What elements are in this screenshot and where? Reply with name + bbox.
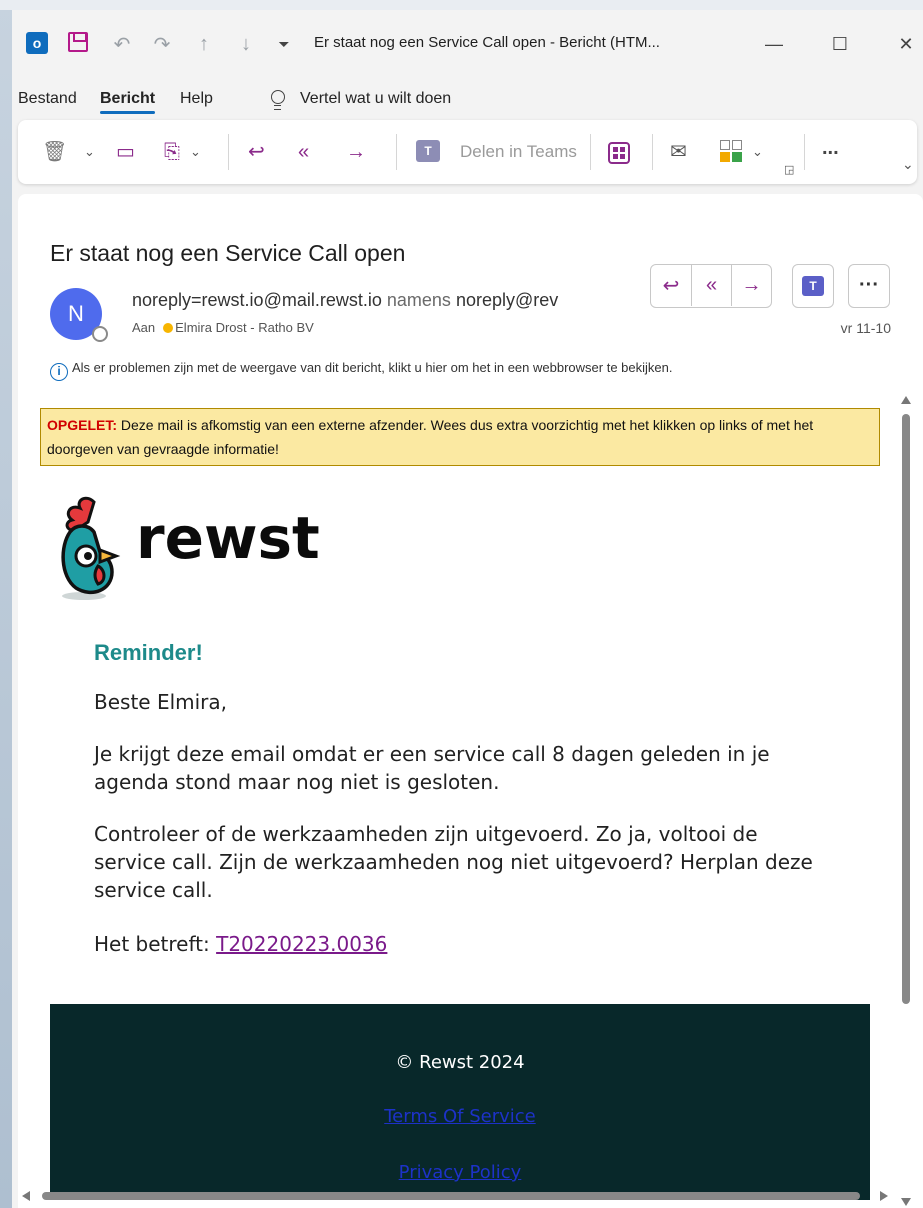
privacy-policy-link[interactable]: Privacy Policy bbox=[50, 1162, 870, 1183]
apps-grid-icon[interactable] bbox=[608, 142, 630, 164]
share-teams-button[interactable]: T bbox=[793, 265, 833, 306]
message-date: vr 11-10 bbox=[840, 320, 891, 336]
scroll-right-icon[interactable] bbox=[880, 1191, 888, 1201]
previous-item-icon[interactable]: ↑ bbox=[192, 32, 216, 56]
email-footer: © Rewst 2024 Terms Of Service Privacy Po… bbox=[50, 1004, 870, 1200]
terms-of-service-link[interactable]: Terms Of Service bbox=[50, 1106, 870, 1127]
next-item-icon[interactable]: ↓ bbox=[234, 32, 258, 56]
ribbon-separator bbox=[804, 134, 805, 170]
menu-bestand[interactable]: Bestand bbox=[18, 90, 77, 108]
delete-icon[interactable]: 🗑 bbox=[42, 140, 67, 164]
delete-dropdown-icon[interactable]: ⌄ bbox=[84, 140, 95, 164]
title-bar: o ↶ ↷ ↑ ↓ ⏷ Er staat nog een Service Cal… bbox=[12, 10, 923, 78]
teams-icon: T bbox=[802, 275, 824, 296]
sender-line[interactable]: noreply=rewst.io@mail.rewst.io namens no… bbox=[132, 290, 612, 311]
reply-all-button[interactable]: « bbox=[691, 265, 731, 306]
menu-help[interactable]: Help bbox=[180, 90, 213, 108]
vertical-scrollbar[interactable] bbox=[900, 390, 912, 1206]
tell-me-search[interactable]: Vertel wat u wilt doen bbox=[300, 90, 451, 108]
message-window: o ↶ ↷ ↑ ↓ ⏷ Er staat nog een Service Cal… bbox=[12, 10, 923, 1208]
ribbon-launcher-icon[interactable]: ◲ bbox=[784, 158, 794, 182]
info-icon: i bbox=[50, 363, 68, 381]
forward-button[interactable]: → bbox=[731, 265, 771, 306]
vertical-scroll-thumb[interactable] bbox=[902, 414, 910, 1004]
message-pane: Er staat nog een Service Call open N nor… bbox=[18, 194, 923, 1208]
rewst-logo: rewst bbox=[50, 492, 330, 602]
maximize-button[interactable]: ☐ bbox=[820, 28, 860, 60]
more-actions-button[interactable]: ··· bbox=[849, 265, 889, 306]
minimize-button[interactable]: — bbox=[754, 28, 794, 60]
sender-on-behalf: namens bbox=[386, 290, 451, 310]
reference-link[interactable]: T20220223.0036 bbox=[216, 932, 387, 956]
share-in-teams-button[interactable]: Delen in Teams bbox=[460, 142, 577, 162]
horizontal-scroll-thumb[interactable] bbox=[42, 1192, 860, 1200]
reminder-heading: Reminder! bbox=[94, 640, 203, 665]
scroll-up-icon[interactable] bbox=[901, 396, 911, 404]
ribbon-separator bbox=[590, 134, 591, 170]
move-dropdown-icon[interactable]: ⌄ bbox=[190, 140, 201, 164]
info-bar[interactable]: i Als er problemen zijn met de weergave v… bbox=[50, 360, 672, 381]
reply-all-icon[interactable]: « bbox=[298, 140, 309, 164]
customize-quick-access-icon[interactable]: ⏷ bbox=[274, 32, 294, 56]
menu-bericht[interactable]: Bericht bbox=[100, 90, 156, 114]
teams-action-group: T bbox=[792, 264, 834, 308]
recipient-presence-icon bbox=[163, 323, 174, 333]
window-title: Er staat nog een Service Call open - Ber… bbox=[314, 34, 660, 51]
ribbon-separator bbox=[228, 134, 229, 170]
reply-icon[interactable]: ↩ bbox=[248, 140, 265, 164]
redo-icon[interactable]: ↷ bbox=[150, 32, 174, 56]
warning-text: Deze mail is afkomstig van een externe a… bbox=[47, 417, 814, 457]
scroll-left-icon[interactable] bbox=[22, 1191, 30, 1201]
ribbon-separator bbox=[396, 134, 397, 170]
recipient-name[interactable]: Elmira Drost - Ratho BV bbox=[175, 320, 314, 335]
external-sender-warning: OPGELET: Deze mail is afkomstig van een … bbox=[40, 408, 880, 466]
ribbon-separator bbox=[652, 134, 653, 170]
message-body: OPGELET: Deze mail is afkomstig van een … bbox=[38, 394, 898, 1200]
categorize-dropdown-icon[interactable]: ⌄ bbox=[752, 140, 763, 164]
more-options-icon[interactable]: ... bbox=[822, 136, 839, 160]
sender-address: noreply=rewst.io@mail.rewst.io bbox=[132, 290, 382, 310]
paragraph-reason: Je krijgt deze email omdat er een servic… bbox=[94, 742, 770, 794]
greeting: Beste Elmira, bbox=[94, 690, 228, 714]
menu-bar: Bestand Bericht Help Vertel wat u wilt d… bbox=[12, 88, 923, 114]
sender-behalf-address: noreply@rev bbox=[455, 290, 559, 310]
teams-icon: T bbox=[416, 140, 440, 162]
presence-status-icon bbox=[92, 326, 108, 342]
reply-button[interactable]: ↩ bbox=[651, 265, 691, 306]
archive-icon[interactable]: ▭ bbox=[116, 140, 135, 164]
close-button[interactable]: ✕ bbox=[886, 28, 923, 60]
logo-wordmark: rewst bbox=[136, 504, 320, 572]
paragraph-instructions: Controleer of de werkzaamheden zijn uitg… bbox=[94, 822, 813, 902]
rooster-logo-icon bbox=[61, 496, 121, 600]
lightbulb-icon bbox=[270, 90, 286, 112]
mail-read-icon[interactable]: ✉ bbox=[670, 140, 687, 164]
scroll-down-icon[interactable] bbox=[901, 1198, 911, 1206]
warning-label: OPGELET: bbox=[47, 417, 118, 433]
move-icon[interactable]: ⎘ bbox=[164, 140, 180, 164]
forward-icon[interactable]: → bbox=[346, 140, 366, 164]
background-top bbox=[0, 0, 923, 10]
reference-label: Het betreft: bbox=[94, 932, 217, 956]
to-label: Aan bbox=[132, 320, 156, 335]
recipient-line: Aan Elmira Drost - Ratho BV bbox=[132, 320, 314, 335]
reply-actions-group: ↩ « → bbox=[650, 264, 772, 308]
reference-line: Het betreft: T20220223.0036 bbox=[94, 930, 834, 958]
footer-copyright: © Rewst 2024 bbox=[395, 1052, 525, 1073]
save-icon[interactable] bbox=[68, 32, 88, 52]
ribbon-toolbar: 🗑 ⌄ ▭ ⎘ ⌄ ↩ « → T Delen in Teams ✉ ⌄ ◲ .… bbox=[18, 120, 917, 184]
outlook-app-icon: o bbox=[26, 32, 53, 54]
message-subject: Er staat nog een Service Call open bbox=[50, 240, 406, 266]
ribbon-collapse-icon[interactable]: ⌄ bbox=[902, 152, 914, 176]
background-left bbox=[0, 0, 12, 1208]
info-text: Als er problemen zijn met de weergave va… bbox=[72, 360, 673, 375]
undo-icon[interactable]: ↶ bbox=[110, 32, 134, 56]
horizontal-scrollbar[interactable] bbox=[20, 1190, 890, 1202]
more-action-group: ··· bbox=[848, 264, 890, 308]
categorize-icon[interactable] bbox=[720, 140, 742, 162]
